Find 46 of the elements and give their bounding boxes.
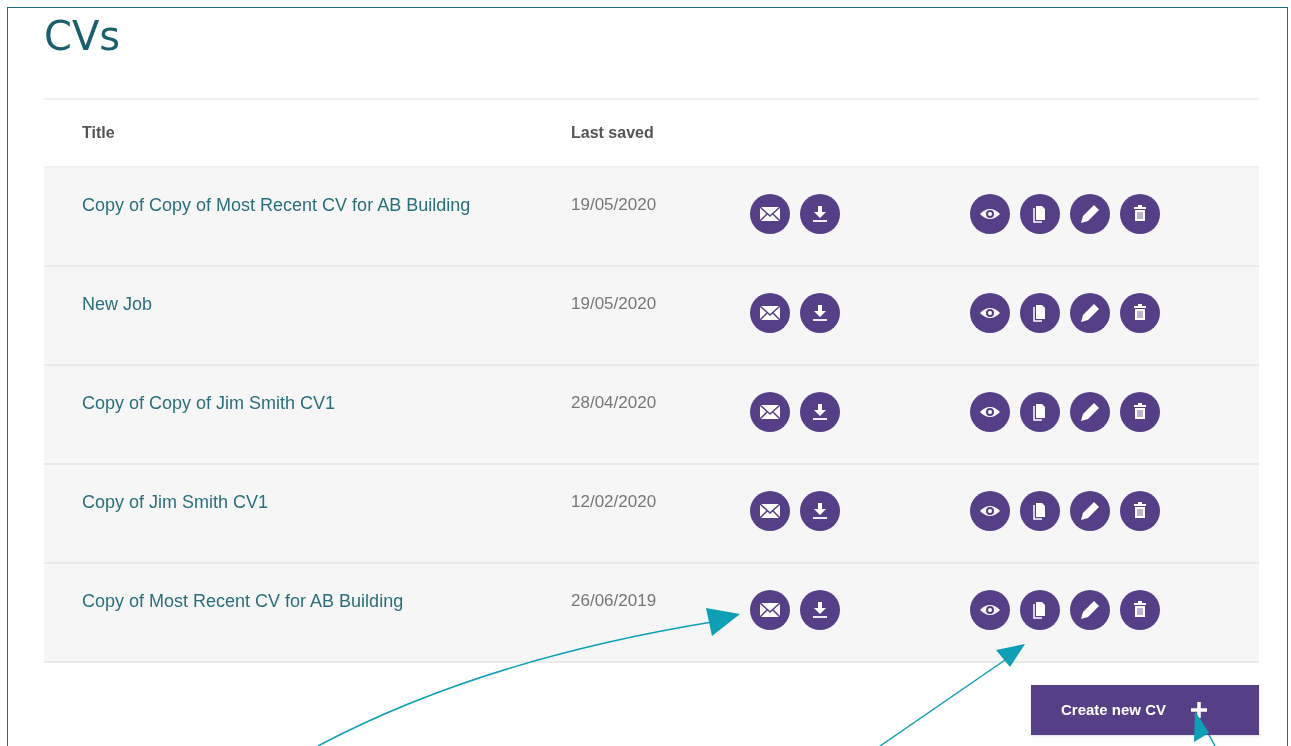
date-text: 19/05/2020 — [571, 293, 658, 315]
copy-icon[interactable] — [1020, 392, 1060, 432]
download-icon[interactable] — [800, 491, 840, 531]
mail-icon[interactable] — [750, 491, 790, 531]
mail-icon[interactable] — [750, 392, 790, 432]
trash-icon[interactable] — [1120, 293, 1160, 333]
date-text: 19/05/2020 — [571, 194, 658, 216]
download-icon[interactable] — [800, 392, 840, 432]
page-title: CVs — [44, 12, 121, 60]
cv-title-link[interactable]: Copy of Copy of Jim Smith CV1 — [82, 390, 571, 417]
date-text: 28/04/2020 — [571, 392, 658, 414]
pencil-icon[interactable] — [1070, 293, 1110, 333]
plus-icon — [1190, 701, 1209, 719]
eye-icon[interactable] — [970, 392, 1010, 432]
pencil-icon[interactable] — [1070, 590, 1110, 630]
eye-icon[interactable] — [970, 590, 1010, 630]
download-icon[interactable] — [800, 293, 840, 333]
pencil-icon[interactable] — [1070, 392, 1110, 432]
annotation-arrow — [1194, 711, 1216, 746]
download-icon[interactable] — [800, 194, 840, 234]
eye-icon[interactable] — [970, 194, 1010, 234]
mail-icon[interactable] — [750, 590, 790, 630]
trash-icon[interactable] — [1120, 491, 1160, 531]
copy-icon[interactable] — [1020, 194, 1060, 234]
cv-title-link[interactable]: Copy of Jim Smith CV1 — [82, 489, 571, 516]
cv-title-link[interactable]: Copy of Most Recent CV for AB Building — [82, 588, 571, 615]
column-header: Title — [82, 123, 116, 143]
copy-icon[interactable] — [1020, 491, 1060, 531]
copy-icon[interactable] — [1020, 293, 1060, 333]
date-text: 26/06/2019 — [571, 590, 658, 612]
create-cv-button[interactable]: Create new CV — [1031, 685, 1259, 735]
trash-icon[interactable] — [1120, 590, 1160, 630]
pencil-icon[interactable] — [1070, 491, 1110, 531]
download-icon[interactable] — [800, 590, 840, 630]
cv-title-link[interactable]: Copy of Copy of Most Recent CV for AB Building — [82, 192, 571, 219]
trash-icon[interactable] — [1120, 194, 1160, 234]
pencil-icon[interactable] — [1070, 194, 1110, 234]
eye-icon[interactable] — [970, 491, 1010, 531]
copy-icon[interactable] — [1020, 590, 1060, 630]
column-header: Last saved — [571, 123, 654, 143]
cv-title-link[interactable]: New Job — [82, 291, 571, 318]
date-text: 12/02/2020 — [571, 491, 658, 513]
mail-icon[interactable] — [750, 293, 790, 333]
eye-icon[interactable] — [970, 293, 1010, 333]
mail-icon[interactable] — [750, 194, 790, 234]
trash-icon[interactable] — [1120, 392, 1160, 432]
